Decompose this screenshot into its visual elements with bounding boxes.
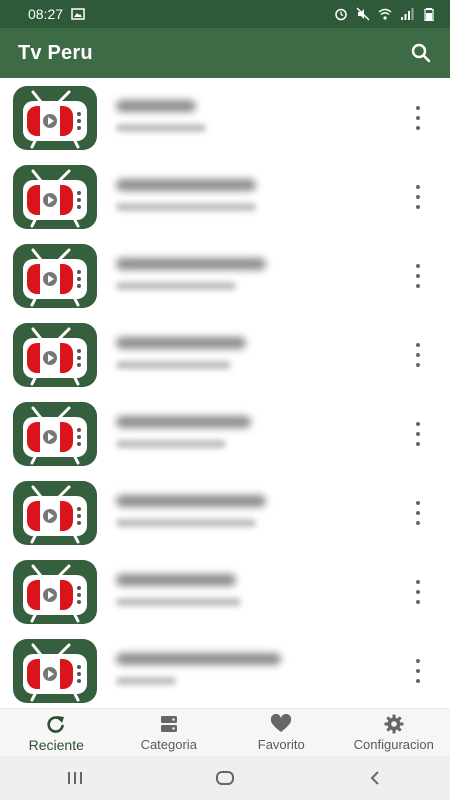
app-bar: Tv Peru: [0, 28, 450, 78]
recent-apps-icon: [68, 772, 82, 784]
channel-name-redacted: [116, 653, 281, 665]
channel-thumbnail: [13, 323, 99, 387]
recent-apps-button[interactable]: [55, 763, 95, 793]
system-navigation-bar: [0, 756, 450, 800]
nav-reciente[interactable]: Reciente: [0, 709, 113, 757]
channel-category-redacted: [116, 519, 256, 527]
alarm-icon: [335, 8, 347, 21]
channel-category-redacted: [116, 203, 256, 211]
tv-logo-icon: [23, 406, 87, 465]
gear-icon: [384, 714, 404, 734]
channel-thumbnail: [13, 560, 99, 624]
channel-thumbnail: [13, 165, 99, 229]
home-button[interactable]: [205, 763, 245, 793]
more-options-button[interactable]: [410, 659, 426, 683]
refresh-icon: [47, 715, 65, 733]
list-item[interactable]: [0, 552, 450, 631]
back-button[interactable]: [355, 763, 395, 793]
channel-list: [0, 78, 450, 708]
nav-categoria-label: Categoria: [140, 737, 197, 752]
channel-text: [116, 252, 326, 302]
tv-logo-icon: [23, 643, 87, 702]
channel-thumbnail: [13, 481, 99, 545]
channel-name-redacted: [116, 258, 266, 270]
heart-icon: [271, 714, 292, 732]
channel-category-redacted: [116, 677, 176, 685]
channel-text: [116, 410, 326, 460]
back-icon: [370, 771, 379, 785]
channel-name-redacted: [116, 100, 196, 112]
status-bar: 08:27: [0, 0, 450, 28]
nav-configuracion-label: Configuracion: [353, 737, 434, 752]
search-button[interactable]: [408, 40, 434, 66]
channel-text: [116, 568, 326, 618]
signal-icon: [401, 8, 414, 20]
more-options-button[interactable]: [410, 106, 426, 130]
gallery-notification-icon: [71, 8, 85, 20]
nav-categoria[interactable]: Categoria: [113, 709, 226, 757]
more-options-button[interactable]: [410, 580, 426, 604]
more-options-button[interactable]: [410, 264, 426, 288]
more-options-button[interactable]: [410, 185, 426, 209]
nav-configuracion[interactable]: Configuracion: [338, 709, 450, 757]
search-icon: [411, 43, 431, 63]
tv-logo-icon: [23, 485, 87, 544]
nav-favorito[interactable]: Favorito: [225, 709, 338, 757]
tv-logo-icon: [23, 327, 87, 386]
nav-reciente-label: Reciente: [28, 736, 84, 753]
mute-icon: [356, 7, 370, 21]
channel-text: [116, 94, 326, 144]
channel-name-redacted: [116, 574, 236, 586]
list-item[interactable]: [0, 315, 450, 394]
channel-text: [116, 331, 326, 381]
channel-category-redacted: [116, 361, 231, 369]
channel-name-redacted: [116, 179, 256, 191]
more-options-button[interactable]: [410, 343, 426, 367]
channel-thumbnail: [13, 639, 99, 703]
battery-icon: [424, 8, 434, 21]
channel-thumbnail: [13, 86, 99, 150]
server-icon: [160, 716, 177, 732]
list-item[interactable]: [0, 236, 450, 315]
channel-name-redacted: [116, 337, 246, 349]
list-item[interactable]: [0, 157, 450, 236]
app-title: Tv Peru: [18, 41, 93, 64]
more-options-button[interactable]: [410, 501, 426, 525]
channel-category-redacted: [116, 440, 226, 448]
status-time: 08:27: [28, 6, 64, 22]
more-options-button[interactable]: [410, 422, 426, 446]
list-item[interactable]: [0, 631, 450, 708]
nav-favorito-label: Favorito: [257, 737, 305, 752]
home-icon: [216, 771, 234, 785]
wifi-icon: [378, 8, 392, 20]
channel-category-redacted: [116, 598, 241, 606]
channel-thumbnail: [13, 402, 99, 466]
channel-category-redacted: [116, 282, 236, 290]
tv-logo-icon: [23, 248, 87, 307]
channel-text: [116, 489, 326, 539]
tv-logo-icon: [23, 169, 87, 228]
list-item[interactable]: [0, 78, 450, 157]
channel-name-redacted: [116, 416, 251, 428]
channel-text: [116, 173, 326, 223]
tv-logo-icon: [23, 90, 87, 149]
list-item[interactable]: [0, 473, 450, 552]
list-item[interactable]: [0, 394, 450, 473]
channel-thumbnail: [13, 244, 99, 308]
tv-logo-icon: [23, 564, 87, 623]
bottom-navigation: Reciente Categoria Favorito Configuracio…: [0, 708, 450, 757]
channel-category-redacted: [116, 124, 206, 132]
channel-text: [116, 647, 326, 697]
channel-name-redacted: [116, 495, 266, 507]
